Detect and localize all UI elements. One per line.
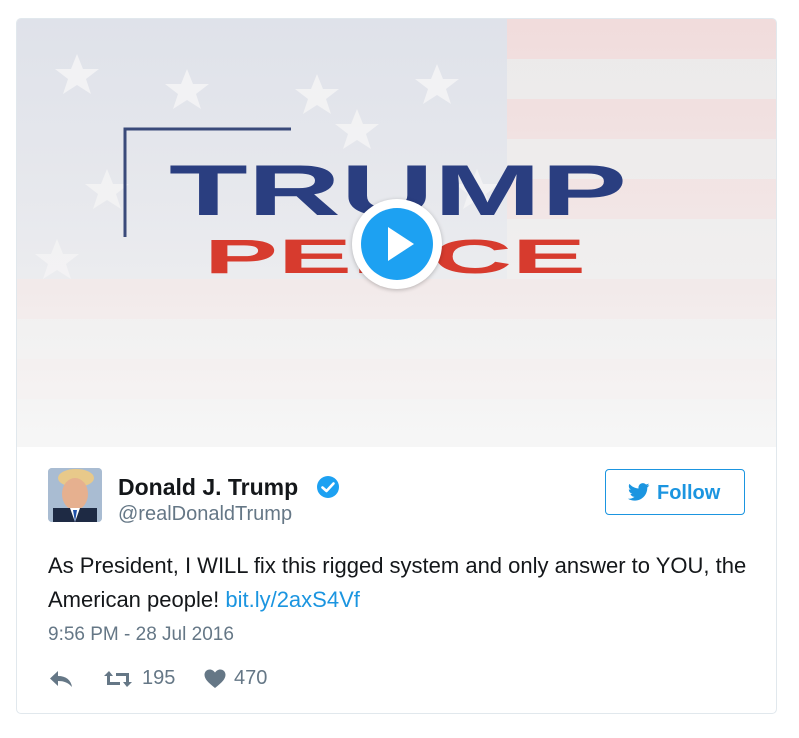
play-button[interactable] — [352, 199, 442, 289]
like-button[interactable]: 470 — [204, 664, 284, 694]
twitter-bird-icon — [628, 483, 650, 501]
like-count: 470 — [234, 667, 268, 689]
avatar[interactable] — [48, 468, 102, 522]
follow-button[interactable]: Follow — [605, 469, 745, 515]
video-thumbnail[interactable]: TRUMP PENCE — [17, 19, 776, 447]
heart-icon — [204, 669, 226, 688]
reply-icon[interactable] — [48, 668, 74, 690]
tweet-header: Donald J. Trump @realDonaldTrump Follow — [17, 447, 776, 547]
retweet-count: 195 — [142, 667, 176, 689]
play-icon — [361, 208, 433, 280]
tweet-link[interactable]: bit.ly/2axS4Vf — [225, 587, 360, 612]
retweet-button[interactable]: 195 — [103, 664, 183, 694]
tweet-actions: 195 470 — [48, 664, 448, 694]
follow-label: Follow — [657, 482, 721, 504]
retweet-icon — [104, 671, 132, 687]
verified-badge-icon — [317, 476, 339, 498]
tweet-text: As President, I WILL fix this rigged sys… — [48, 549, 748, 617]
author-handle[interactable]: @realDonaldTrump — [118, 503, 292, 526]
tweet-body: As President, I WILL fix this rigged sys… — [48, 553, 747, 612]
author-name[interactable]: Donald J. Trump — [118, 474, 298, 501]
tweet-card: TRUMP PENCE Donald J. Trump @realDonald — [16, 18, 777, 714]
tweet-timestamp[interactable]: 9:56 PM - 28 Jul 2016 — [48, 624, 234, 646]
